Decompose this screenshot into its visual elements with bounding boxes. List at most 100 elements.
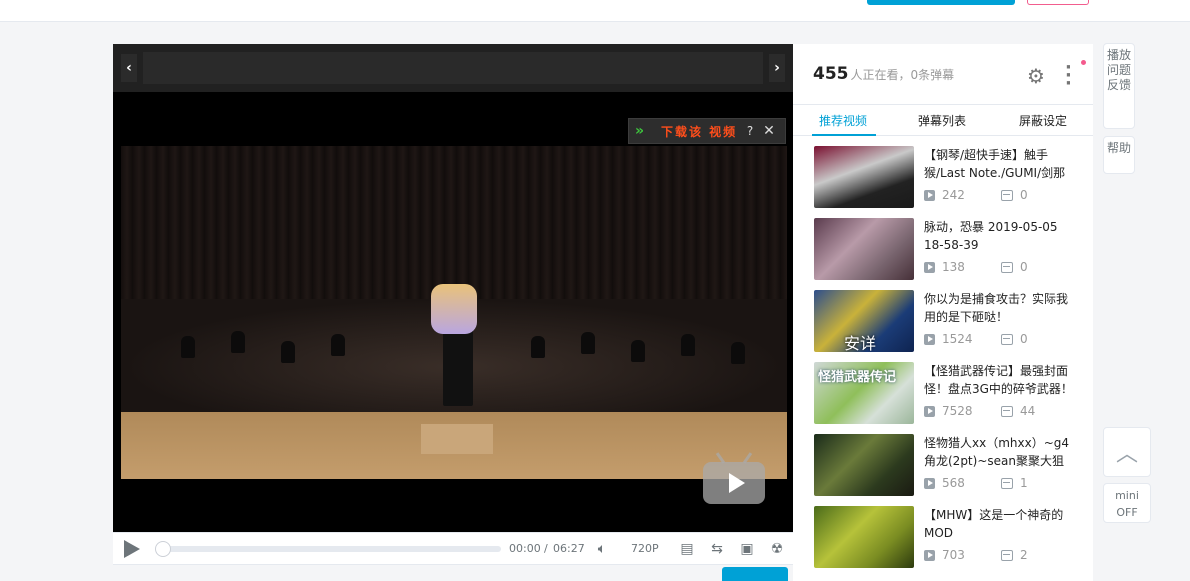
notification-dot (1081, 60, 1086, 65)
chevron-left-icon[interactable]: ‹ (121, 54, 137, 82)
progress-handle[interactable] (155, 541, 171, 557)
video-thumbnail[interactable]: 安详 (814, 290, 914, 352)
danmaku-count: 44 (1001, 404, 1035, 418)
volume-icon[interactable]: 🔈︎ (593, 540, 611, 558)
thumbnail-caption: 怪猎武器传记 (818, 370, 897, 385)
viewer-text: 人正在看，0条弹幕 (850, 68, 955, 82)
send-danmaku-button[interactable] (722, 567, 788, 581)
top-navbar (0, 0, 1190, 22)
tv-icon[interactable]: ▣ (738, 540, 756, 558)
quality-selector[interactable]: 720P (631, 542, 659, 555)
danmaku-count-icon (1001, 549, 1013, 561)
video-thumbnail[interactable]: 怪猎武器传记 (814, 362, 914, 424)
video-thumbnail[interactable] (814, 218, 914, 280)
playback-feedback-button[interactable]: 播放问题反馈 (1103, 43, 1135, 129)
video-title[interactable]: 怪物猎人xx（mhxx）~g4角龙(2pt)~sean聚聚大狙击枪 (924, 434, 1074, 470)
musician (631, 340, 645, 362)
play-icon[interactable] (124, 540, 140, 558)
play-count: 568 (924, 476, 965, 490)
musician (681, 334, 695, 356)
panel-tabs: 推荐视频 弹幕列表 屏蔽设定 (793, 104, 1093, 136)
play-count-icon (924, 549, 935, 561)
viewer-info: 455 人正在看，0条弹幕 (813, 64, 954, 84)
more-options-icon[interactable]: · · · (1065, 59, 1072, 93)
video-title[interactable]: 你以为是捕食攻击？实际我用的是下砸哒！ (924, 290, 1074, 326)
danmaku-send-bar (113, 564, 793, 581)
download-banner[interactable]: » 下载该 视频 ? ✕ (628, 118, 786, 144)
danmaku-bar: ‹ › (113, 44, 793, 92)
danmaku-count: 2 (1001, 548, 1028, 562)
mini-state: OFF (1116, 506, 1138, 519)
list-item[interactable]: 怪猎武器传记 【怪猎武器传记】最强封面怪！盘点3G中的碎爷武器！ 7528 44 (814, 362, 1084, 426)
play-count: 703 (924, 548, 965, 562)
play-count: 242 (924, 188, 965, 202)
play-count: 138 (924, 260, 965, 274)
mini-player-toggle[interactable]: mini OFF (1103, 483, 1151, 523)
side-panel: 455 人正在看，0条弹幕 ⚙ · · · 推荐视频 弹幕列表 屏蔽设定 【钢琴/超… (793, 44, 1093, 581)
progress-bar[interactable] (157, 546, 501, 552)
danmaku-count-icon (1001, 405, 1013, 417)
video-title[interactable]: 【怪猎武器传记】最强封面怪！盘点3G中的碎爷武器！ (924, 362, 1074, 398)
musician (531, 336, 545, 358)
play-count: 7528 (924, 404, 973, 418)
musician (281, 341, 295, 363)
video-thumbnail[interactable] (814, 146, 914, 208)
play-count-icon (924, 477, 935, 489)
play-count-icon (924, 261, 935, 273)
video-thumbnail[interactable] (814, 434, 914, 496)
time-separator: / (544, 542, 548, 555)
tab-recommended[interactable]: 推荐视频 (819, 112, 867, 129)
top-secondary-button[interactable] (1027, 0, 1089, 5)
close-icon[interactable]: ✕ (761, 123, 777, 139)
gear-icon[interactable]: ⚙ (1027, 64, 1045, 88)
musician (331, 334, 345, 356)
video-frame (121, 146, 787, 479)
list-item[interactable]: 怪物猎人xx（mhxx）~g4角龙(2pt)~sean聚聚大狙击枪 568 1 (814, 434, 1084, 498)
loop-icon[interactable]: ⇆ (708, 540, 726, 558)
play-count-icon (924, 189, 935, 201)
danmaku-toggle-icon[interactable]: ▤ (678, 540, 696, 558)
video-player[interactable]: ‹ › » 下载该 视频 ? ✕ 00:00 / 06:27 🔈︎ 720P ▤… (113, 44, 793, 581)
radiation-icon[interactable]: ☢ (768, 540, 786, 558)
danmaku-track (143, 52, 763, 84)
tab-danmaku-list[interactable]: 弹幕列表 (918, 112, 966, 129)
chevron-right-icon[interactable]: › (769, 54, 785, 82)
video-title[interactable]: 【MHW】这是一个神奇的MOD (924, 506, 1074, 542)
thumbnail-caption: 安详 (844, 334, 877, 352)
help-icon[interactable]: ? (743, 124, 757, 138)
help-button[interactable]: 帮助 (1103, 136, 1135, 174)
video-thumbnail[interactable] (814, 506, 914, 568)
musician (181, 336, 195, 358)
list-item[interactable]: 安详 你以为是捕食攻击？实际我用的是下砸哒！ 1524 0 (814, 290, 1084, 354)
current-time: 00:00 (509, 542, 541, 555)
video-title[interactable]: 【钢琴/超快手速】触手猴/Last Note./GUMI/剑那旅 (924, 146, 1074, 182)
podium (421, 424, 493, 454)
video-title[interactable]: 脉动，恐暴 2019-05-05 18-58-39 (924, 218, 1074, 254)
tab-block-settings[interactable]: 屏蔽设定 (1019, 112, 1067, 129)
list-item[interactable]: 脉动，恐暴 2019-05-05 18-58-39 138 0 (814, 218, 1084, 282)
active-tab-indicator (812, 134, 876, 136)
danmaku-count-icon (1001, 477, 1013, 489)
play-count-icon (924, 333, 935, 345)
back-to-top-button[interactable]: ︿ (1103, 427, 1151, 477)
danmaku-count-icon (1001, 261, 1013, 273)
danmaku-count: 1 (1001, 476, 1028, 490)
list-item[interactable]: 【钢琴/超快手速】触手猴/Last Note./GUMI/剑那旅 242 0 (814, 146, 1084, 210)
play-count: 1524 (924, 332, 973, 346)
musician (231, 331, 245, 353)
chevron-up-icon: ︿ (1115, 442, 1138, 467)
player-controls: 00:00 / 06:27 🔈︎ 720P ▤ ⇆ ▣ ☢ (113, 532, 793, 564)
danmaku-count-icon (1001, 189, 1013, 201)
list-item[interactable]: 【MHW】这是一个神奇的MOD 703 2 (814, 506, 1084, 570)
download-video-link[interactable]: 下载该 视频 (661, 123, 743, 140)
musician (581, 332, 595, 354)
viewer-count: 455 (813, 64, 849, 84)
danmaku-count-icon (1001, 333, 1013, 345)
musician (731, 342, 745, 364)
danmaku-count: 0 (1001, 188, 1028, 202)
bilibili-tv-logo-icon (703, 462, 765, 504)
video-area[interactable]: » 下载该 视频 ? ✕ (113, 92, 793, 532)
mini-label: mini (1115, 489, 1139, 502)
play-count-icon (924, 405, 935, 417)
top-primary-button[interactable] (867, 0, 1015, 5)
